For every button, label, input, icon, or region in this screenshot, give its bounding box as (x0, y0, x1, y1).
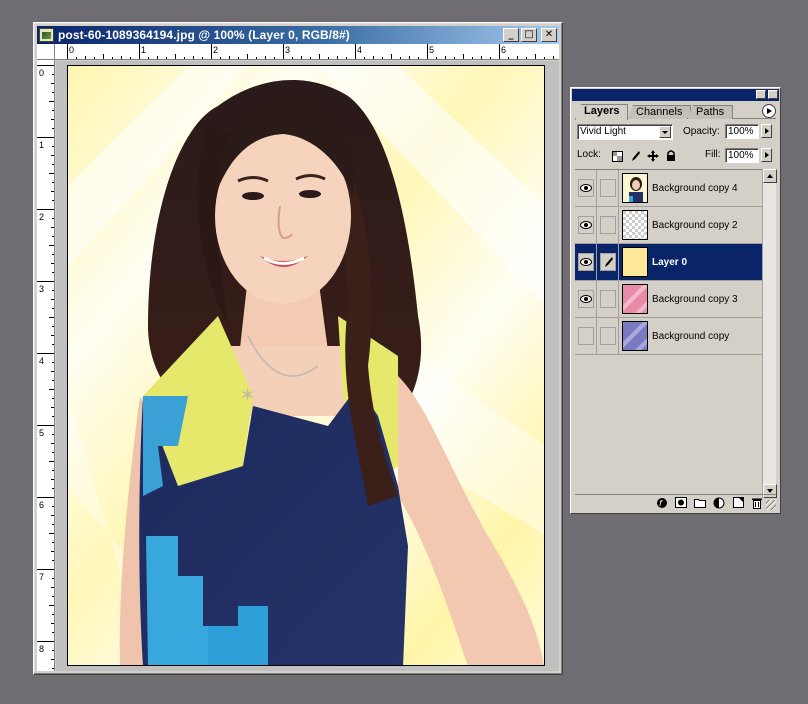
vertical-ruler[interactable]: 0 1 2 3 4 5 6 7 8 (37, 60, 55, 671)
layer-thumbnail (622, 284, 648, 314)
image-file-icon (39, 28, 54, 42)
document-window: post-60-1089364194.jpg @ 100% (Layer 0, … (33, 22, 563, 675)
portrait-photo: ✶ (68, 66, 544, 665)
lock-pixels-icon[interactable] (629, 150, 641, 162)
new-layer-icon[interactable] (731, 497, 745, 509)
opacity-input[interactable]: 100% (725, 124, 759, 139)
eye-icon[interactable] (577, 253, 594, 271)
minimize-button[interactable]: _ (503, 28, 519, 42)
palette-bottom-bar: f (575, 494, 776, 510)
ruler-left-label: 6 (39, 500, 44, 510)
layer-row-background-copy[interactable]: Background copy (575, 318, 763, 355)
blend-mode-select[interactable]: Vivid Light (577, 124, 673, 140)
chevron-down-icon[interactable] (659, 126, 671, 138)
layer-name[interactable]: Background copy (652, 331, 729, 342)
ruler-left-label: 1 (39, 140, 44, 150)
mask-icon[interactable] (674, 497, 688, 509)
layer-row-background-copy-4[interactable]: Background copy 4 (575, 170, 763, 207)
tab-layers[interactable]: Layers (575, 104, 629, 120)
ruler-left-label: 0 (39, 68, 44, 78)
layer-style-icon[interactable]: f (655, 497, 669, 509)
ruler-top-label: 5 (429, 45, 434, 55)
ruler-left-label: 4 (39, 356, 44, 366)
fill-input[interactable]: 100% (725, 148, 759, 163)
opacity-slider-button[interactable] (761, 124, 772, 138)
palette-menu-icon[interactable] (762, 104, 776, 118)
maximize-button[interactable]: □ (521, 28, 537, 42)
adjustment-icon[interactable] (712, 497, 726, 509)
layers-scrollbar[interactable] (762, 169, 777, 498)
layer-name[interactable]: Background copy 4 (652, 183, 738, 194)
link-cell[interactable] (599, 179, 616, 197)
layer-row-background-copy-3[interactable]: Background copy 3 (575, 281, 763, 318)
ruler-top-label: 2 (213, 45, 218, 55)
group-icon[interactable] (693, 497, 707, 509)
document-title-bar[interactable]: post-60-1089364194.jpg @ 100% (Layer 0, … (37, 26, 559, 44)
ruler-top-label: 3 (285, 45, 290, 55)
horizontal-ruler[interactable]: 0 1 2 3 4 5 6 (55, 44, 559, 60)
eye-icon[interactable] (577, 216, 594, 234)
layer-thumbnail (622, 321, 648, 351)
canvas-area[interactable]: ✶ (56, 61, 559, 671)
ruler-left-label: 3 (39, 284, 44, 294)
layer-name[interactable]: Background copy 2 (652, 220, 738, 231)
ruler-top-label: 0 (69, 45, 74, 55)
svg-text:✶: ✶ (240, 385, 255, 406)
ruler-top-label: 6 (501, 45, 506, 55)
lock-transparency-icon[interactable] (611, 150, 623, 162)
layer-thumbnail (622, 210, 648, 240)
link-cell[interactable] (599, 216, 616, 234)
eye-toggle-empty[interactable] (577, 327, 594, 345)
ruler-left-label: 7 (39, 572, 44, 582)
tab-channels[interactable]: Channels (627, 105, 692, 119)
photo-canvas[interactable]: ✶ (67, 65, 545, 666)
fill-label: Fill: (705, 149, 721, 160)
ruler-top-label: 1 (141, 45, 146, 55)
ruler-left-label: 2 (39, 212, 44, 222)
layer-name[interactable]: Background copy 3 (652, 294, 738, 305)
blend-mode-value: Vivid Light (580, 126, 626, 137)
ruler-top-label: 4 (357, 45, 362, 55)
layer-thumbnail (622, 247, 648, 277)
palette-title-bar[interactable] (572, 89, 779, 101)
opacity-label: Opacity: (683, 126, 720, 137)
palette-tabs: Layers Channels Paths (575, 103, 776, 120)
fill-slider-button[interactable] (761, 148, 772, 162)
eye-icon[interactable] (577, 290, 594, 308)
lock-all-icon[interactable] (665, 150, 677, 162)
trash-icon[interactable] (750, 497, 764, 509)
lock-label: Lock: (577, 149, 601, 160)
layer-thumbnail (622, 173, 648, 203)
scroll-up-button[interactable] (763, 169, 777, 183)
palette-minimize-button[interactable] (756, 90, 766, 99)
document-title: post-60-1089364194.jpg @ 100% (Layer 0, … (58, 28, 350, 42)
eye-icon[interactable] (577, 179, 594, 197)
close-button[interactable]: ✕ (541, 28, 557, 42)
ruler-left-label: 8 (39, 644, 44, 654)
lock-position-icon[interactable] (647, 150, 659, 162)
ruler-left-label: 5 (39, 428, 44, 438)
layers-list: Background copy 4 Background copy 2 Laye… (575, 169, 763, 487)
tab-paths[interactable]: Paths (687, 105, 734, 119)
palette-close-button[interactable] (768, 90, 778, 99)
resize-grip[interactable] (766, 500, 776, 510)
ruler-origin[interactable] (37, 44, 55, 60)
layer-row-layer-0[interactable]: Layer 0 (575, 244, 763, 281)
link-cell[interactable] (599, 327, 616, 345)
layer-row-background-copy-2[interactable]: Background copy 2 (575, 207, 763, 244)
layers-palette: Layers Channels Paths Vivid Light Opacit… (570, 87, 781, 514)
link-cell[interactable] (599, 290, 616, 308)
brush-icon[interactable] (599, 253, 616, 271)
layer-name[interactable]: Layer 0 (652, 257, 687, 268)
